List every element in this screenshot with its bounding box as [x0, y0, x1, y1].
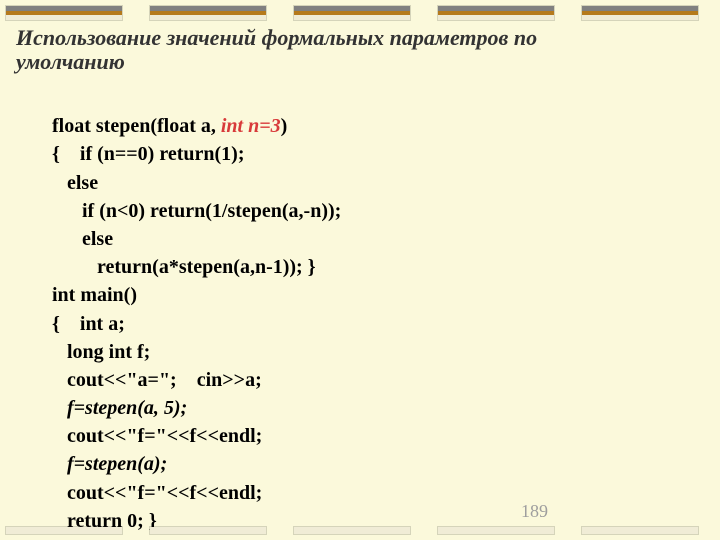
code-line-call-default: f=stepen(a);	[52, 453, 167, 475]
code-block: float stepen(float a, int n=3) { if (n==…	[52, 84, 672, 535]
slide-title: Использование значений формальных параме…	[16, 26, 576, 74]
code-line: { int a;	[52, 313, 125, 335]
code-line: long int f;	[52, 341, 150, 363]
code-line-call-explicit: f=stepen(a, 5);	[52, 397, 187, 419]
code-line: { if (n==0) return(1);	[52, 143, 245, 165]
code-line: float stepen(float a,	[52, 115, 221, 137]
code-line: return(a*stepen(a,n-1)); }	[52, 256, 316, 278]
top-decor-bar	[6, 6, 714, 20]
code-line: cout<<"f="<<f<<endl;	[52, 482, 262, 504]
code-line: if (n<0) return(1/stepen(a,-n));	[52, 200, 341, 222]
highlight-default-param: int n=3	[221, 115, 281, 137]
page-number: 189	[521, 501, 548, 522]
code-line: else	[52, 228, 113, 250]
code-line: return 0; }	[52, 510, 157, 532]
code-line: cout<<"f="<<f<<endl;	[52, 425, 262, 447]
code-line: cout<<"a="; cin>>a;	[52, 369, 262, 391]
code-line: else	[52, 172, 98, 194]
code-line: )	[281, 115, 288, 137]
code-line: int main()	[52, 284, 137, 306]
